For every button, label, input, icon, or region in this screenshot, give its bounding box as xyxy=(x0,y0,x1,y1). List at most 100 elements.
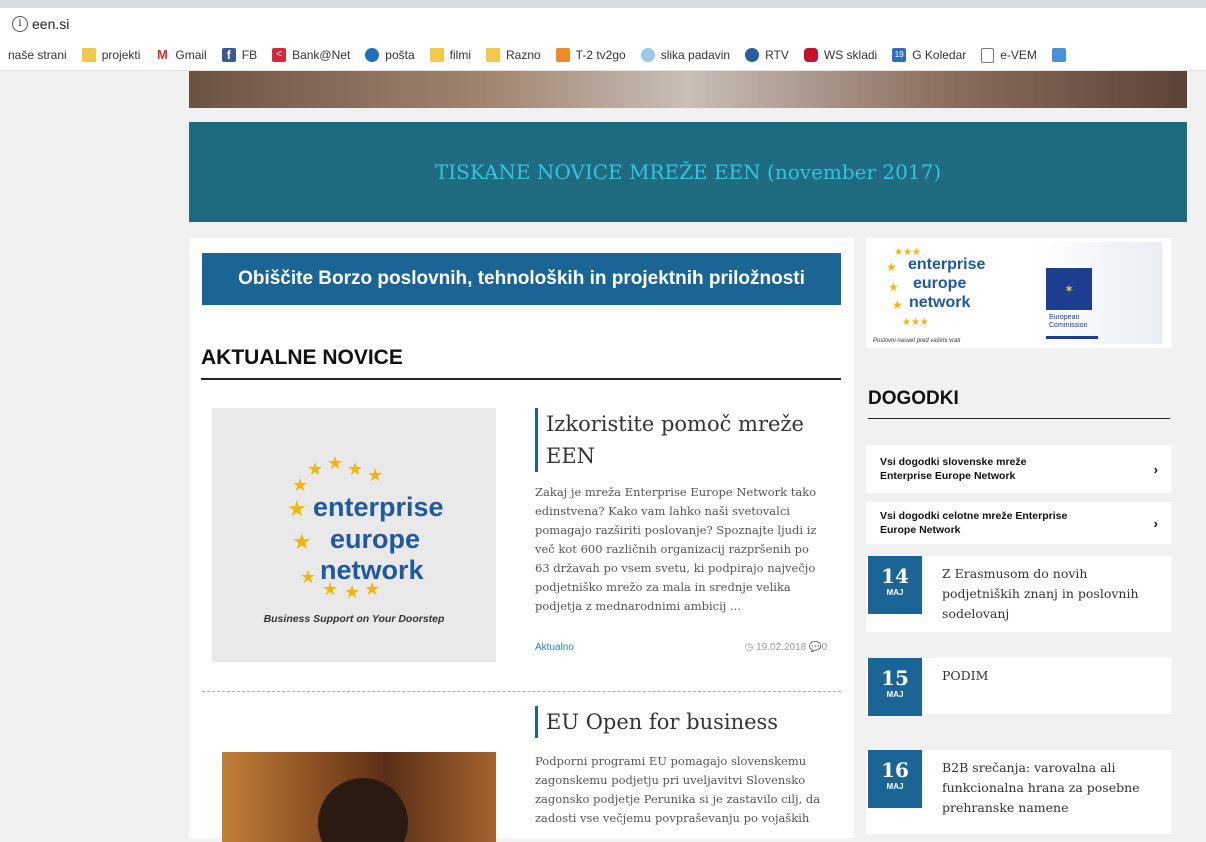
event-item[interactable]: 15 MAJ PODIM xyxy=(866,658,1172,716)
bookmark-t2[interactable]: T-2 tv2go xyxy=(548,48,633,62)
bookmark-label: slika padavin xyxy=(660,48,731,62)
mail-icon xyxy=(365,48,380,62)
article-divider xyxy=(202,691,841,692)
event-date-badge: 16 MAJ xyxy=(868,750,922,808)
borza-button[interactable]: Obiščite Borzo poslovnih, tehnoloških in… xyxy=(202,253,841,305)
bookmark-razno[interactable]: Razno xyxy=(478,48,548,62)
newsletter-banner[interactable]: TISKANE NOVICE MREŽE EEN (november 2017) xyxy=(189,122,1187,222)
article-excerpt: Zakaj je mreža Enterprise Europe Network… xyxy=(535,485,817,613)
bookmark-rtv[interactable]: RTV xyxy=(737,48,796,62)
bookmark-fb[interactable]: f FB xyxy=(214,48,264,62)
partner-logos: ★★★ ★ ★ ★ ★★★ enterprise europe network … xyxy=(866,238,1172,348)
logo-tagline: Poslovni nasvet pred vašimi vrati xyxy=(873,338,961,344)
bookmark-banknet[interactable]: < Bank@Net xyxy=(264,48,357,62)
folder-icon xyxy=(81,48,96,62)
bookmark-label: pošta xyxy=(385,48,415,62)
bookmark-label: filmi xyxy=(449,48,471,62)
bookmark-koledar[interactable]: 19 G Koledar xyxy=(884,48,973,62)
logo-word: europe xyxy=(913,275,967,292)
bookmark-filmi[interactable]: filmi xyxy=(422,48,478,62)
ec-line2: Commission xyxy=(1049,322,1088,329)
event-title[interactable]: Z Erasmusom do novih podjetniških znanj … xyxy=(942,564,1164,624)
ec-line1: European xyxy=(1049,314,1080,321)
rtv-icon xyxy=(745,48,760,62)
bookmark-icon xyxy=(1051,48,1066,62)
folder-icon xyxy=(485,48,500,62)
events-title: DOGODKI xyxy=(868,388,1170,419)
article-category[interactable]: Aktualno xyxy=(535,642,574,653)
logo-word: enterprise xyxy=(313,492,444,522)
event-month: MAJ xyxy=(886,690,904,699)
event-title[interactable]: B2B srečanja: varovalna ali funkcionalna… xyxy=(942,758,1164,818)
document-icon xyxy=(981,47,995,63)
event-item[interactable]: 14 MAJ Z Erasmusom do novih podjetniških … xyxy=(866,556,1172,632)
star-icon: ★ xyxy=(888,280,899,294)
header-image xyxy=(189,71,1187,108)
bookmark-evem[interactable]: e-VEM xyxy=(973,47,1044,63)
article-date: 19.02.2018 xyxy=(756,642,807,653)
chevron-right-icon: › xyxy=(1153,461,1158,477)
bookmark-gmail[interactable]: M Gmail xyxy=(147,48,213,62)
bookmark-label: naše strani xyxy=(8,48,67,62)
bookmark-label: Bank@Net xyxy=(292,48,351,62)
event-day: 16 xyxy=(881,758,909,782)
info-icon[interactable]: i xyxy=(12,16,28,32)
event-date-badge: 14 MAJ xyxy=(868,556,922,614)
address-bar[interactable]: i een.si xyxy=(0,8,1206,40)
bookmark-padavine[interactable]: slika padavin xyxy=(633,48,737,62)
bookmark-label: Razno xyxy=(505,48,541,62)
clock-icon: ◷ xyxy=(744,642,754,653)
bookmark-label: FB xyxy=(241,48,258,62)
bookmark-label: RTV xyxy=(765,48,789,62)
logo-word: enterprise xyxy=(908,256,986,273)
star-icon: ★ xyxy=(347,459,364,479)
tv-icon xyxy=(555,48,570,62)
bookmark-projekti[interactable]: projekti xyxy=(74,48,148,62)
event-month: MAJ xyxy=(886,588,904,597)
news-section-title: AKTUALNE NOVICE xyxy=(201,346,841,380)
logo-word: europe xyxy=(330,524,421,554)
bookmark-posta[interactable]: pošta xyxy=(357,48,421,62)
een-logo-small[interactable]: ★★★ ★ ★ ★ ★★★ enterprise europe network … xyxy=(866,238,1006,348)
banner-title[interactable]: TISKANE NOVICE MREŽE EEN (november 2017) xyxy=(435,160,941,184)
gmail-icon: M xyxy=(155,47,170,62)
bookmark-nase-strani[interactable]: naše strani xyxy=(0,48,74,62)
article-image-een[interactable]: ★ ★ ★ ★ ★ ★ ★ ★ ★ ★ ★ enterprise europe … xyxy=(212,408,496,662)
article-title[interactable]: EU Open for business xyxy=(535,706,826,738)
bookmark-ws[interactable]: WS skladi xyxy=(796,48,884,62)
calendar-icon: 19 xyxy=(892,48,907,62)
logo-word: network xyxy=(320,555,424,585)
star-icon: ★ xyxy=(892,298,903,312)
een-logo: ★ ★ ★ ★ ★ ★ ★ ★ ★ ★ ★ enterprise europe … xyxy=(212,408,496,662)
link-all-events-si[interactable]: Vsi dogodki slovenske mreže Enterprise E… xyxy=(866,445,1172,493)
bookmark-more[interactable] xyxy=(1044,48,1079,62)
bookmark-label: WS skladi xyxy=(823,48,878,62)
folder-icon xyxy=(429,48,444,62)
star-icon: ★ xyxy=(300,567,317,587)
comment-icon: 💬 xyxy=(808,642,822,653)
ec-logo-text: European Commission xyxy=(1049,314,1088,330)
logo-word: network xyxy=(909,294,971,311)
star-icon: ★★★ xyxy=(902,317,929,328)
url-text[interactable]: een.si xyxy=(32,16,69,32)
star-icon: ★ xyxy=(292,475,309,495)
european-commission-logo[interactable]: ✶ European Commission xyxy=(1032,242,1162,344)
bookmark-label: Gmail xyxy=(175,48,207,62)
bookmark-label: projekti xyxy=(101,48,141,62)
event-item[interactable]: 16 MAJ B2B srečanja: varovalna ali funkci… xyxy=(866,750,1172,834)
star-icon: ★ xyxy=(307,459,324,479)
browser-tabstrip xyxy=(0,0,1206,8)
event-day: 15 xyxy=(881,666,909,690)
facebook-icon: f xyxy=(221,48,236,62)
link-label: Vsi dogodki celotne mreže Enterprise Eur… xyxy=(880,510,1068,536)
bookmark-label: T-2 tv2go xyxy=(575,48,626,62)
bank-icon: < xyxy=(272,48,287,62)
article-title[interactable]: Izkoristite pomoč mreže EEN xyxy=(535,408,826,472)
star-icon: ★ xyxy=(367,465,384,485)
comment-count: 0 xyxy=(821,642,827,653)
logo-tagline: Business Support on Your Doorstep xyxy=(263,613,445,625)
article-image-person[interactable] xyxy=(222,752,496,842)
link-label: Vsi dogodki slovenske mreže Enterprise E… xyxy=(880,456,1027,482)
link-all-events-een[interactable]: Vsi dogodki celotne mreže Enterprise Eur… xyxy=(866,502,1172,544)
event-title[interactable]: PODIM xyxy=(942,666,1164,686)
